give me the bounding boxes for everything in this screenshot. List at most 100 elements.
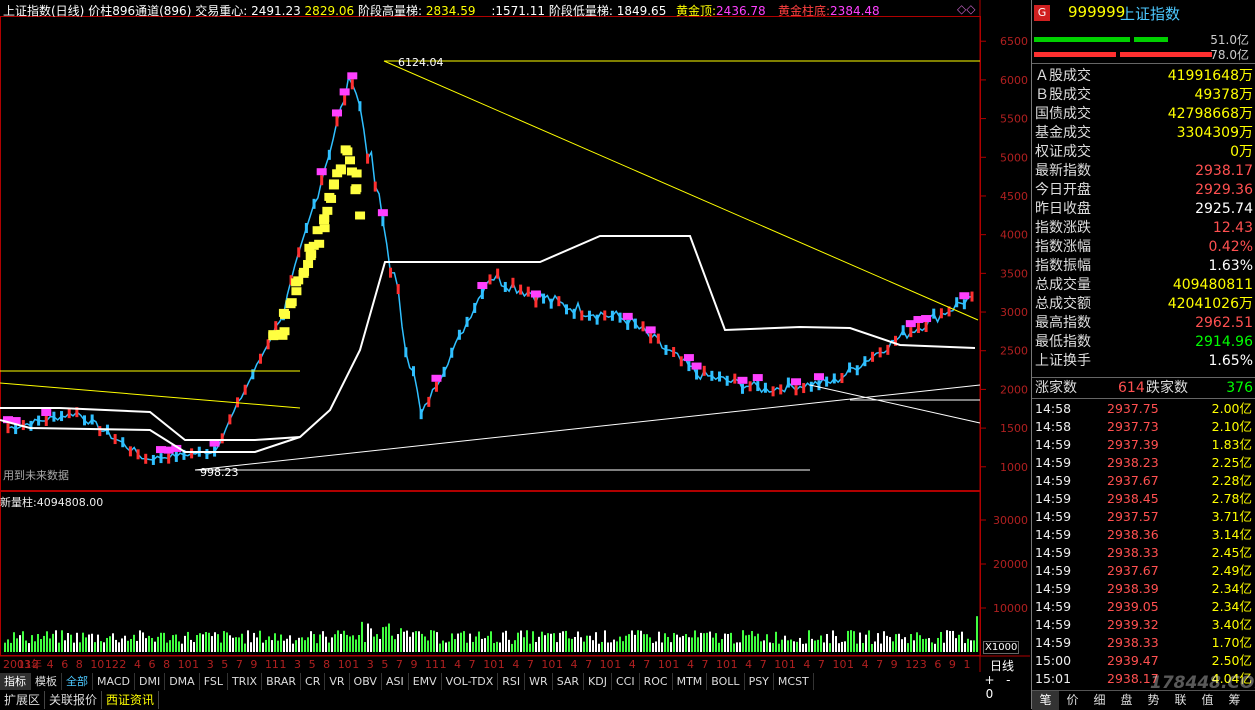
tick-row[interactable]: 14:59 2938.45 2.78亿 <box>1032 490 1255 508</box>
x-tick-label: 7 <box>469 658 476 671</box>
signal-marker <box>316 168 327 176</box>
side-tab-7[interactable]: 筹 <box>1221 691 1248 710</box>
tick-row[interactable]: 14:59 2937.39 1.83亿 <box>1032 436 1255 454</box>
volume-bar <box>166 642 168 652</box>
indicator-tab-1[interactable]: 模板 <box>31 673 62 690</box>
volume-bar <box>934 643 936 652</box>
tick-time: 14:59 <box>1035 491 1072 506</box>
volume-bar <box>310 631 312 652</box>
tick-row[interactable]: 14:58 2937.73 2.10亿 <box>1032 418 1255 436</box>
candle-bar <box>190 448 194 459</box>
tick-row[interactable]: 14:59 2937.67 2.28亿 <box>1032 472 1255 490</box>
indicator-tab-18[interactable]: KDJ <box>584 673 612 690</box>
volume-bar <box>748 634 750 652</box>
volume-bar <box>643 634 645 652</box>
candle-bar <box>664 344 668 355</box>
volume-bar <box>637 630 639 652</box>
x-tick-label: 3 <box>294 658 301 671</box>
volume-bar <box>841 641 843 652</box>
indicator-tab-13[interactable]: EMV <box>409 673 442 690</box>
indicator-tab-7[interactable]: TRIX <box>228 673 263 690</box>
zoom-in-button[interactable]: + <box>982 673 997 687</box>
indicator-tab-24[interactable]: MCST <box>774 673 814 690</box>
candle-bar <box>350 79 354 90</box>
candle-bar <box>144 453 148 464</box>
volume-bar <box>520 630 522 652</box>
indicator-tab-0[interactable]: 指标 <box>0 673 31 690</box>
x-tick-label: 4 <box>134 658 141 671</box>
volume-bar <box>685 634 687 652</box>
chart-canvas[interactable]: 1000 1500 2000 2500 3000 3500 4000 4500 5000 5500… <box>0 0 1031 709</box>
tick-row[interactable]: 14:59 2939.05 2.34亿 <box>1032 598 1255 616</box>
indicator-tab-10[interactable]: VR <box>325 673 350 690</box>
zoom-out-button[interactable]: - <box>1001 673 1016 687</box>
indicator-tab-8[interactable]: BRAR <box>262 673 302 690</box>
indicator-tab-21[interactable]: MTM <box>673 673 708 690</box>
indicator-tab-12[interactable]: ASI <box>382 673 409 690</box>
candle-bar <box>404 347 408 358</box>
panel-tab-2[interactable]: 西证资讯 <box>102 691 160 709</box>
indicator-tab-5[interactable]: DMA <box>165 673 200 690</box>
indicator-tab-3[interactable]: MACD <box>93 673 135 690</box>
panel-tab-0[interactable]: 扩展区 <box>0 691 46 709</box>
panel-tab-1[interactable]: 关联报价 <box>45 691 103 709</box>
volume-bar <box>211 636 213 652</box>
tick-row[interactable]: 14:59 2938.23 2.25亿 <box>1032 454 1255 472</box>
tick-row[interactable]: 14:59 2939.32 3.40亿 <box>1032 616 1255 634</box>
indicator-tab-22[interactable]: BOLL <box>707 673 745 690</box>
indicator-tab-14[interactable]: VOL-TDX <box>442 673 499 690</box>
candle-bar <box>511 277 515 288</box>
indicator-tab-6[interactable]: FSL <box>200 673 228 690</box>
candle-bar <box>480 289 484 300</box>
volume-bar <box>946 630 948 652</box>
tick-row[interactable]: 14:59 2938.33 1.70亿 <box>1032 634 1255 652</box>
indicator-tab-9[interactable]: CR <box>301 673 326 690</box>
indicator-tab-17[interactable]: SAR <box>553 673 585 690</box>
buy-power-bar-2 <box>1134 37 1168 42</box>
volume-bar <box>430 630 432 652</box>
indicator-tab-4[interactable]: DMI <box>135 673 166 690</box>
volume-bar <box>514 640 516 652</box>
side-tab-2[interactable]: 细 <box>1086 691 1113 710</box>
indicator-tab-19[interactable]: CCI <box>612 673 640 690</box>
tick-row[interactable]: 14:59 2937.67 2.49亿 <box>1032 562 1255 580</box>
period-label[interactable]: 日线 <box>990 657 1014 674</box>
tick-row[interactable]: 14:59 2938.39 2.34亿 <box>1032 580 1255 598</box>
peak-marker <box>279 327 290 336</box>
gold-bottom-label: 黄金柱底: <box>778 4 831 18</box>
indicator-tab-20[interactable]: ROC <box>640 673 673 690</box>
tick-row[interactable]: 14:59 2938.36 3.14亿 <box>1032 526 1255 544</box>
stat-value: 12.43 <box>1212 220 1253 236</box>
diamond-icon[interactable]: ◇◇ <box>957 2 975 16</box>
badge-icon[interactable]: G <box>1034 5 1050 21</box>
indicator-tab-11[interactable]: OBV <box>350 673 382 690</box>
indicator-tab-2[interactable]: 全部 <box>62 673 93 690</box>
side-tab-6[interactable]: 值 <box>1194 691 1221 710</box>
kline-chart-area[interactable]: 1000 1500 2000 2500 3000 3500 4000 4500 5000 5500… <box>0 0 1031 709</box>
side-tab-3[interactable]: 盘 <box>1113 691 1140 710</box>
volume-bar <box>76 632 78 652</box>
volume-bar <box>919 635 921 652</box>
stat-label: 基金成交 <box>1035 125 1091 141</box>
tick-row[interactable]: 14:58 2937.75 2.00亿 <box>1032 400 1255 418</box>
reset-button[interactable]: 0 <box>982 687 997 701</box>
volume-bar <box>757 633 759 652</box>
candle-bar <box>886 344 890 355</box>
tick-row[interactable]: 14:59 2937.57 3.71亿 <box>1032 508 1255 526</box>
indicator-tab-23[interactable]: PSY <box>745 673 774 690</box>
volume-bar <box>88 634 90 652</box>
side-tab-0[interactable]: 笔 <box>1032 691 1059 710</box>
tick-row[interactable]: 15:00 2939.47 2.50亿 <box>1032 652 1255 670</box>
side-tab-1[interactable]: 价 <box>1059 691 1086 710</box>
volume-bar <box>910 634 912 652</box>
tick-row[interactable]: 14:59 2938.33 2.45亿 <box>1032 544 1255 562</box>
stat-row: 基金成交 3304309万 <box>1032 124 1255 143</box>
candle-bar <box>496 268 500 279</box>
candle-bar <box>128 446 132 457</box>
side-tab-4[interactable]: 势 <box>1140 691 1167 710</box>
indicator-tab-15[interactable]: RSI <box>498 673 526 690</box>
signal-marker <box>477 282 488 290</box>
side-tab-5[interactable]: 联 <box>1167 691 1194 710</box>
x-tick-label: 7 <box>760 658 767 671</box>
indicator-tab-16[interactable]: WR <box>525 673 553 690</box>
